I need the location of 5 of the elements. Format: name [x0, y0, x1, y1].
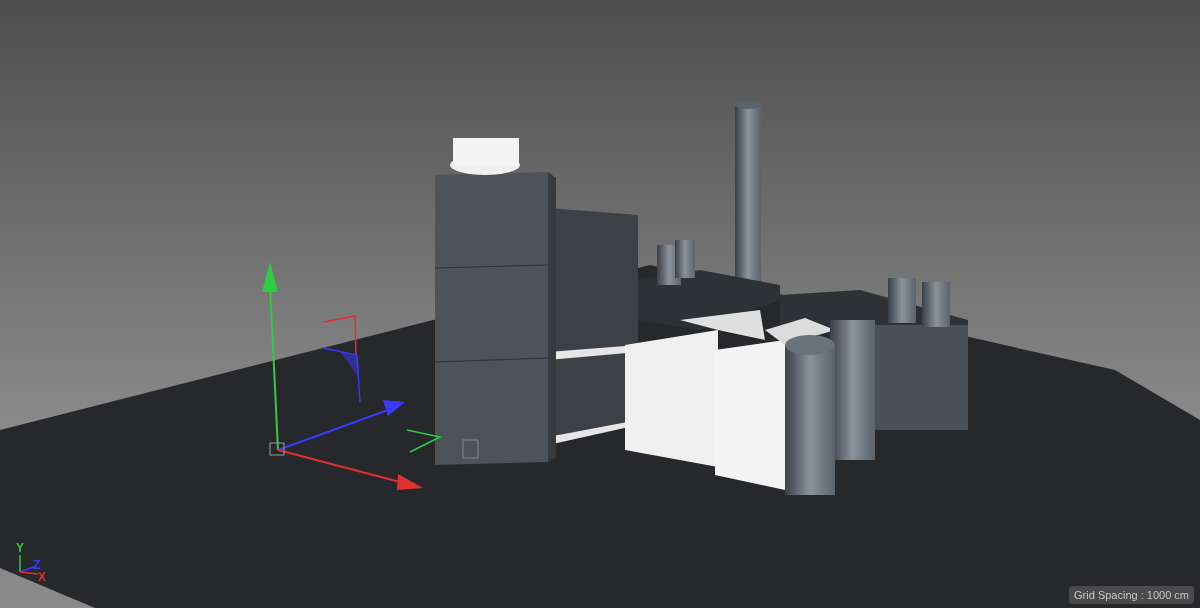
viewport[interactable]: Y Z X Grid Spacing : 1000 cm — [0, 0, 1200, 608]
axis-label: X — [38, 570, 46, 584]
world-axis-icon — [19, 554, 39, 575]
axis-label: Z — [33, 558, 41, 572]
axis-label: Y — [16, 541, 24, 555]
